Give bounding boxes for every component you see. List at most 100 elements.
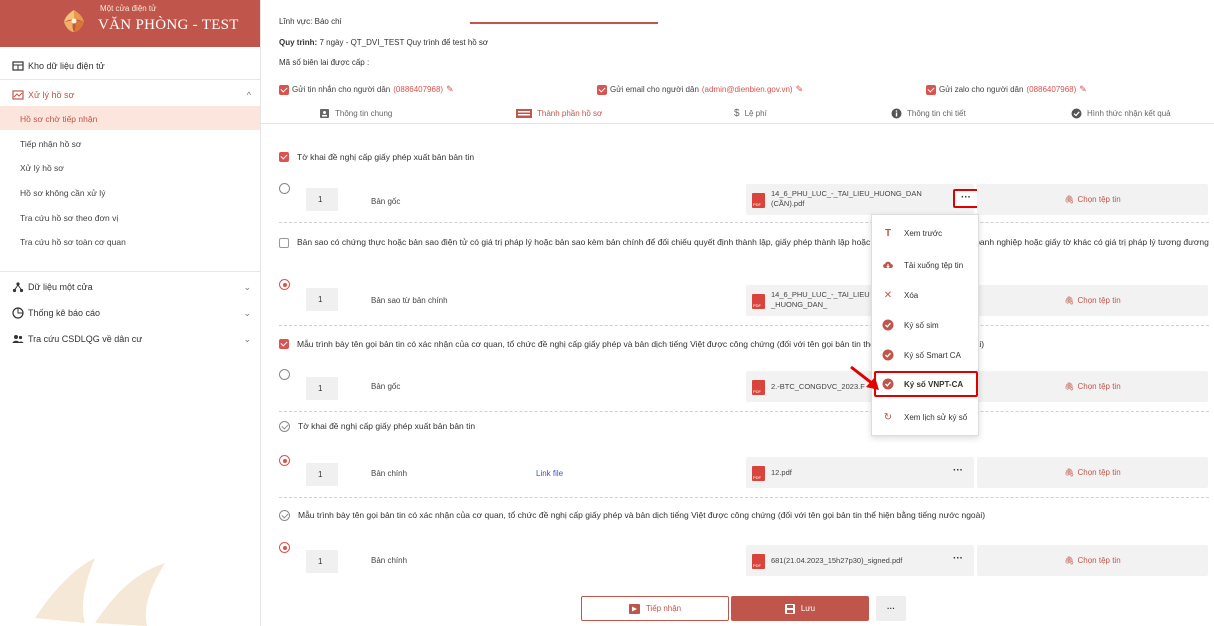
receive-button[interactable]: Tiếp nhận [581, 596, 729, 621]
chevron-down-icon[interactable]: ⌄ [243, 282, 251, 293]
menu-item-download[interactable]: Tải xuống tệp tin [872, 253, 980, 277]
divider [279, 222, 1209, 223]
menu-item-signing-history[interactable]: ↻ Xem lịch sử ký số [872, 405, 980, 429]
save-label: Lưu [800, 604, 816, 613]
choose-file-label: Chọn tệp tin [1077, 556, 1121, 565]
chevron-up-icon[interactable]: ^ [247, 90, 251, 100]
sidebar-item-kho[interactable]: Kho dữ liệu điện tử [0, 53, 260, 79]
paperclip-icon: 🖇 [1064, 296, 1075, 305]
sidebar-subitem-ho-so-cho-tiep-nhan[interactable]: Hồ sơ chờ tiếp nhận [20, 114, 97, 124]
document-kind: Bản gốc [371, 197, 401, 206]
file-name[interactable]: 681(21.04.2023_15h27p30)_signed.pdf [771, 556, 902, 566]
more-options-button[interactable]: ··· [953, 465, 963, 476]
tab-thong-tin-chi-tiet[interactable]: Thông tin chi tiết [891, 102, 966, 124]
section-title: Mẫu trình bày tên gọi bản tin có xác nhậ… [279, 508, 985, 523]
tab-thanh-phan-ho-so[interactable]: Thành phần hồ sơ [516, 102, 602, 124]
radio-selected[interactable] [279, 279, 290, 290]
choose-file-label: Chọn tệp tin [1077, 195, 1121, 204]
table-icon [12, 61, 24, 71]
sidebar-subitem-tiep-nhan[interactable]: Tiếp nhận hồ sơ [20, 139, 82, 149]
notify-zalo[interactable]: Gửi zalo cho người dân (0886407968) ✎ [926, 84, 1087, 95]
choose-file-button[interactable]: 🖇 Chọn tệp tin [977, 285, 1208, 316]
active-tab-indicator [470, 22, 658, 24]
choose-file-button[interactable]: 🖇 Chọn tệp tin [977, 545, 1208, 576]
tab-label: Thông tin chi tiết [907, 108, 966, 118]
choose-file-button[interactable]: 🖇 Chọn tệp tin [977, 184, 1208, 215]
sidebar-item-du-lieu[interactable]: Dữ liệu một cửa ⌄ [0, 274, 260, 300]
menu-item-label: Tải xuống tệp tin [904, 260, 964, 270]
chevron-down-icon[interactable]: ⌄ [243, 334, 251, 345]
section-title[interactable]: Bản sao có chứng thực hoặc bản sao điện … [279, 235, 1209, 250]
notify-email[interactable]: Gửi email cho người dân (admin@dienbien.g… [597, 84, 803, 95]
radio-unselected[interactable] [279, 369, 290, 380]
info-quy-trinh: Quy trình: 7 ngày - QT_DVI_TEST Quy trìn… [279, 38, 488, 47]
notify-sms-label: Gửi tin nhắn cho người dân [292, 85, 391, 94]
pdf-icon [752, 554, 765, 569]
link-file[interactable]: Link file [536, 469, 563, 478]
quantity-field[interactable]: 1 [306, 550, 338, 573]
menu-item-preview[interactable]: T Xem trước [872, 221, 980, 245]
sidebar-item-label: Dữ liệu một cửa [28, 282, 93, 292]
section-title: Tờ khai đề nghị cấp giấy phép xuất bản b… [279, 419, 475, 434]
file-name[interactable]: 14_6_PHU_LUC_-_TAI_LIEU_HUONG_DAN_ [771, 290, 871, 310]
sidebar-item-label: Tra cứu CSDLQG về dân cư [28, 334, 143, 344]
sidebar-subitem-tra-cuu-don-vi[interactable]: Tra cứu hồ sơ theo đơn vị [20, 213, 118, 223]
checkbox-checked[interactable] [279, 152, 289, 162]
notify-email-value: (admin@dienbien.gov.vn) [701, 85, 793, 94]
section-title-text: Mẫu trình bày tên gọi bản tin có xác nhậ… [298, 510, 986, 520]
file-options-menu: T Xem trước Tải xuống tệp tin ✕ Xóa Ký s… [871, 214, 979, 436]
section-title[interactable]: Tờ khai đề nghị cấp giấy phép xuất bản b… [279, 150, 474, 165]
sidebar-item-tra-cuu-csdlqg[interactable]: Tra cứu CSDLQG về dân cư ⌄ [0, 326, 260, 352]
checkbox-checked[interactable] [279, 84, 289, 95]
checkbox-checked[interactable] [279, 339, 289, 349]
edit-icon[interactable]: ✎ [796, 84, 804, 95]
radio-selected[interactable] [279, 455, 290, 466]
menu-item-label: Xem lịch sử ký số [904, 412, 968, 422]
notify-zalo-label: Gửi zalo cho người dân [939, 85, 1024, 94]
quantity-field[interactable]: 1 [306, 288, 338, 311]
menu-item-delete[interactable]: ✕ Xóa [872, 283, 980, 307]
choose-file-button[interactable]: 🖇 Chọn tệp tin [977, 371, 1208, 402]
divider [279, 325, 1209, 326]
info-linh-vuc: Lĩnh vực: Báo chí [279, 17, 342, 26]
more-options-button[interactable]: ··· [953, 553, 963, 564]
save-button[interactable]: Lưu [731, 596, 869, 621]
tab-bar: Thông tin chung Thành phần hồ sơ $ Lệ ph… [261, 102, 1214, 124]
paperclip-icon: 🖇 [1064, 382, 1075, 391]
checkbox-unchecked[interactable] [279, 238, 289, 248]
paperclip-icon: 🖇 [1064, 556, 1075, 565]
edit-icon[interactable]: ✎ [1079, 84, 1087, 95]
choose-file-button[interactable]: 🖇 Chọn tệp tin [977, 457, 1208, 488]
sidebar-item-xuly[interactable]: Xử lý hồ sơ ^ [0, 82, 260, 108]
radio-selected[interactable] [279, 542, 290, 553]
sidebar-item-label: Kho dữ liệu điện tử [28, 61, 105, 71]
notify-sms[interactable]: Gửi tin nhắn cho người dân (0886407968) ✎ [279, 84, 454, 95]
tab-hinh-thuc-nhan-ket-qua[interactable]: Hình thức nhận kết quả [1071, 102, 1171, 124]
file-name[interactable]: 14_6_PHU_LUC_-_TAI_LIEU_HUONG_DAN (CẦN).… [771, 189, 946, 209]
divider [0, 79, 260, 80]
linh-vuc-label: Lĩnh vực: [279, 17, 313, 26]
menu-item-ky-so-sim[interactable]: Ký số sim [872, 313, 980, 337]
chevron-down-icon[interactable]: ⌄ [243, 308, 251, 319]
quantity-field[interactable]: 1 [306, 463, 338, 486]
tab-thong-tin-chung[interactable]: Thông tin chung [319, 102, 392, 124]
quantity-field[interactable]: 1 [306, 377, 338, 400]
menu-item-ky-so-smart-ca[interactable]: Ký số Smart CA [872, 343, 980, 367]
sidebar-subitem-tra-cuu-co-quan[interactable]: Tra cứu hồ sơ toàn cơ quan [20, 237, 126, 247]
text-size-icon: T [884, 227, 892, 239]
brand-header[interactable]: Một cửa điện tử VĂN PHÒNG - TEST [0, 0, 260, 47]
decorative-watermark [35, 558, 165, 626]
sidebar-item-thong-ke[interactable]: Thống kê báo cáo ⌄ [0, 300, 260, 326]
checkbox-checked[interactable] [926, 84, 936, 95]
checkbox-checked[interactable] [597, 84, 607, 95]
document-kind: Bản gốc [371, 382, 401, 391]
quantity-field[interactable]: 1 [306, 188, 338, 211]
file-name[interactable]: 12.pdf [771, 468, 792, 478]
tab-le-phi[interactable]: $ Lệ phí [734, 102, 767, 124]
sidebar-subitem-khong-can-xu-ly[interactable]: Hồ sơ không cần xử lý [20, 188, 105, 198]
sidebar-subitem-xu-ly[interactable]: Xử lý hồ sơ [20, 163, 64, 173]
radio-unselected[interactable] [279, 183, 290, 194]
more-actions-button[interactable]: ··· [876, 596, 906, 621]
edit-icon[interactable]: ✎ [446, 84, 454, 95]
divider [279, 497, 1209, 498]
